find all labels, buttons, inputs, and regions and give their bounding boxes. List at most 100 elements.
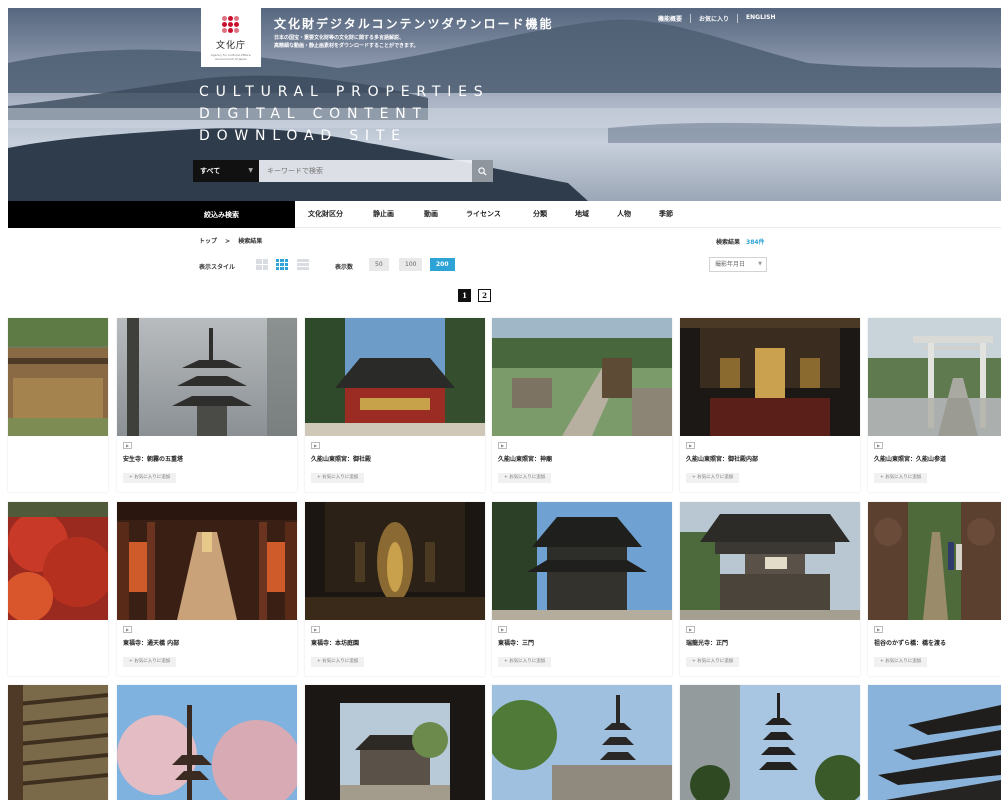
thumbnail-image[interactable] [492, 685, 672, 800]
breadcrumb-top[interactable]: トップ [199, 238, 217, 245]
result-card[interactable]: ▶ 東福寺：本坊庭園 + お気に入りに追加 [305, 502, 485, 676]
result-card[interactable]: ▶ 東福寺：三門 + お気に入りに追加 [492, 502, 672, 676]
list-row [297, 267, 309, 270]
card-title[interactable]: 久能山東照宮：神廟 [498, 454, 552, 463]
add-favorite-button[interactable]: + お気に入りに追加 [311, 657, 365, 667]
card-title[interactable]: 安生寺：朝霧の五重塔 [123, 454, 183, 463]
site-description: 日本の国宝・重要文化財等の文化財に関する多言語解説、 高精細な動画・静止画素材を… [274, 34, 419, 50]
link-favorites[interactable]: お気に入り [690, 14, 737, 23]
result-card[interactable] [8, 502, 108, 676]
page-1-button[interactable]: 1 [458, 289, 471, 302]
grid-cell [280, 267, 284, 270]
nav-item-license[interactable]: ライセンス [466, 201, 501, 228]
result-card[interactable]: ▶ 安生寺：朝霧の五重塔 + お気に入りに追加 [117, 318, 297, 492]
add-favorite-button[interactable]: + お気に入りに追加 [123, 473, 177, 483]
agency-logo[interactable]: 文化庁 Agency for Cultural Affairs, Governm… [201, 8, 261, 67]
count-100-button[interactable]: 100 [399, 258, 423, 271]
thumbnail-image[interactable] [492, 502, 672, 620]
thumbnail-image[interactable] [868, 318, 1001, 436]
count-50-button[interactable]: 50 [369, 258, 389, 271]
nav-item-classification[interactable]: 分類 [533, 201, 547, 228]
grid-cell [280, 263, 284, 266]
thumbnail-image[interactable] [680, 318, 860, 436]
result-card[interactable] [492, 685, 672, 800]
nav-item-season[interactable]: 季節 [659, 201, 673, 228]
search-input[interactable] [259, 160, 472, 182]
thumbnail-image[interactable] [305, 685, 485, 800]
nav-item-region[interactable]: 地域 [575, 201, 589, 228]
grid-cell [262, 265, 268, 270]
thumbnail-image[interactable] [305, 502, 485, 620]
hero-banner: 文化庁 Agency for Cultural Affairs, Governm… [8, 8, 1001, 201]
search-category-value: すべて [200, 167, 221, 175]
breadcrumb: トップ > 検索結果 [199, 236, 262, 245]
thumbnail-image[interactable] [8, 502, 108, 620]
card-title[interactable]: 久能山東照宮：御社殿内部 [686, 454, 758, 463]
result-card[interactable] [8, 685, 108, 800]
view-list-button[interactable] [297, 259, 309, 270]
display-style-label: 表示スタイル [199, 264, 236, 271]
result-count-value: 384件 [746, 239, 765, 246]
result-card[interactable]: ▶ 祖谷のかずら橋：橋を渡る + お気に入りに追加 [868, 502, 1001, 676]
card-title[interactable]: 東福寺：三門 [498, 638, 534, 647]
add-favorite-button[interactable]: + お気に入りに追加 [123, 657, 177, 667]
card-title[interactable]: 東福寺：通天橋 内部 [123, 638, 179, 647]
display-count-label: 表示数 [335, 264, 354, 271]
thumbnail-image[interactable] [868, 502, 1001, 620]
thumbnail-image[interactable] [492, 318, 672, 436]
thumbnail-image[interactable] [868, 685, 1001, 800]
result-card[interactable] [680, 685, 860, 800]
result-card[interactable]: ▶ 東福寺：通天橋 内部 + お気に入りに追加 [117, 502, 297, 676]
video-tag-icon: ▶ [123, 442, 132, 449]
add-favorite-button[interactable]: + お気に入りに追加 [686, 657, 740, 667]
nav-item-video[interactable]: 動画 [424, 201, 438, 228]
thumbnail-image[interactable] [8, 318, 108, 436]
link-about[interactable]: 機能概要 [650, 14, 690, 23]
nav-item-cultural-category[interactable]: 文化財区分 [308, 201, 343, 228]
add-favorite-button[interactable]: + お気に入りに追加 [311, 473, 365, 483]
nav-item-still-image[interactable]: 静止画 [373, 201, 394, 228]
view-medium-grid-button[interactable] [276, 259, 288, 270]
result-card[interactable] [305, 685, 485, 800]
add-favorite-button[interactable]: + お気に入りに追加 [686, 473, 740, 483]
card-title[interactable]: 東福寺：本坊庭園 [311, 638, 359, 647]
search-button[interactable] [472, 160, 493, 182]
view-large-grid-button[interactable] [256, 259, 268, 270]
page-2-button[interactable]: 2 [478, 289, 491, 302]
card-title[interactable]: 瑞龍光寺：正門 [686, 638, 728, 647]
link-english[interactable]: ENGLISH [737, 14, 783, 23]
add-favorite-button[interactable]: + お気に入りに追加 [498, 473, 552, 483]
card-title[interactable]: 久能山東照宮：御社殿 [311, 454, 371, 463]
search-category-select[interactable]: すべて ▼ [193, 160, 259, 182]
video-tag-icon: ▶ [311, 442, 320, 449]
result-card[interactable] [117, 685, 297, 800]
thumbnail-image[interactable] [8, 685, 108, 800]
grid-cell [284, 267, 288, 270]
card-title[interactable]: 久能山東照宮：久能山参道 [874, 454, 946, 463]
result-card[interactable]: ▶ 瑞龍光寺：正門 + お気に入りに追加 [680, 502, 860, 676]
result-card[interactable] [868, 685, 1001, 800]
result-card[interactable] [8, 318, 108, 492]
result-card[interactable]: ▶ 久能山東照宮：神廟 + お気に入りに追加 [492, 318, 672, 492]
result-card[interactable]: ▶ 久能山東照宮：久能山参道 + お気に入りに追加 [868, 318, 1001, 492]
thumbnail-image[interactable] [117, 685, 297, 800]
add-favorite-button[interactable]: + お気に入りに追加 [874, 473, 928, 483]
thumbnail-image[interactable] [680, 502, 860, 620]
nav-item-person[interactable]: 人物 [617, 201, 631, 228]
thumbnail-image[interactable] [117, 318, 297, 436]
count-200-button[interactable]: 200 [430, 258, 455, 271]
result-card[interactable]: ▶ 久能山東照宮：御社殿 + お気に入りに追加 [305, 318, 485, 492]
add-favorite-button[interactable]: + お気に入りに追加 [498, 657, 552, 667]
thumbnail-image[interactable] [117, 502, 297, 620]
sort-select[interactable]: 撮影年月日 ▼ [709, 257, 767, 272]
chevron-down-icon: ▼ [248, 167, 253, 174]
search-icon [478, 166, 487, 176]
thumbnail-image[interactable] [680, 685, 860, 800]
card-title[interactable]: 祖谷のかずら橋：橋を渡る [874, 638, 946, 647]
result-card[interactable]: ▶ 久能山東照宮：御社殿内部 + お気に入りに追加 [680, 318, 860, 492]
filter-search-button[interactable]: 絞込み検索 [8, 201, 295, 228]
add-favorite-button[interactable]: + お気に入りに追加 [874, 657, 928, 667]
site-description-line: 高精細な動画・静止画素材をダウンロードすることができます。 [274, 43, 419, 49]
chevron-down-icon: ▼ [758, 261, 762, 267]
thumbnail-image[interactable] [305, 318, 485, 436]
